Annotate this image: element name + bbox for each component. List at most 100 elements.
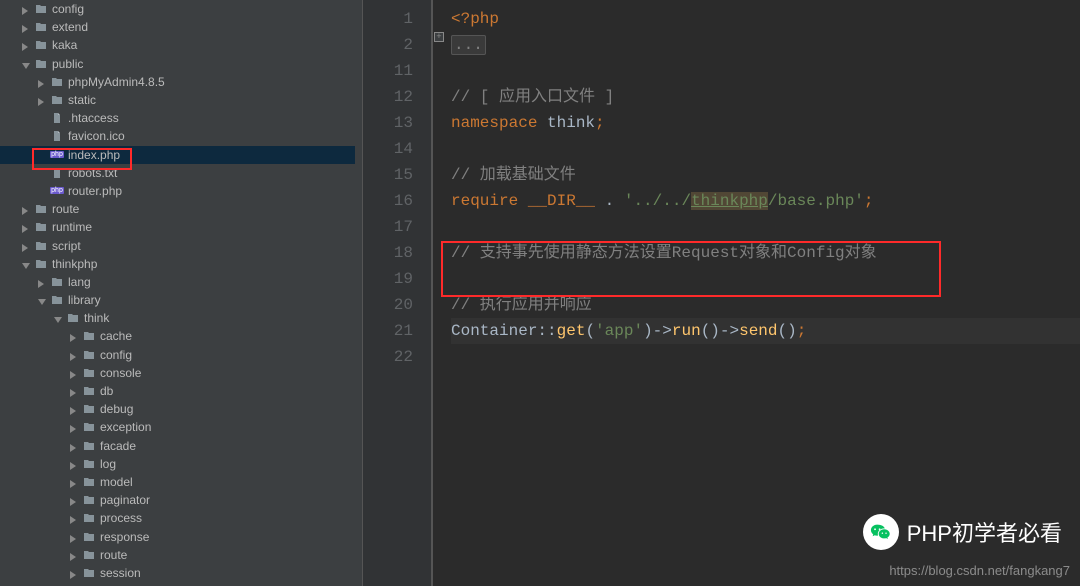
- arrow-icon[interactable]: [70, 532, 80, 542]
- tree-item-response[interactable]: response: [0, 527, 355, 545]
- arrow-icon[interactable]: [38, 95, 48, 105]
- tree-item-extend[interactable]: extend: [0, 18, 355, 36]
- arrow-icon[interactable]: [70, 459, 80, 469]
- tree-item-label: phpMyAdmin4.8.5: [68, 75, 165, 89]
- folder-icon: [34, 57, 48, 71]
- arrow-icon[interactable]: [22, 259, 32, 269]
- tree-item-log[interactable]: log: [0, 455, 355, 473]
- arrow-icon[interactable]: [22, 22, 32, 32]
- tree-item-facade[interactable]: facade: [0, 437, 355, 455]
- line-number: 1: [363, 6, 413, 32]
- arrow-icon[interactable]: [70, 422, 80, 432]
- arrow-icon[interactable]: [70, 350, 80, 360]
- tree-item-label: debug: [100, 402, 133, 416]
- arrow-icon[interactable]: [22, 40, 32, 50]
- arrow-icon[interactable]: [38, 77, 48, 87]
- tree-item-index.php[interactable]: phpindex.php: [0, 146, 355, 164]
- tree-item-session[interactable]: session: [0, 564, 355, 582]
- tree-item-static[interactable]: static: [0, 91, 355, 109]
- file-icon: [50, 166, 64, 180]
- arrow-icon[interactable]: [22, 59, 32, 69]
- tree-item-label: static: [68, 93, 96, 107]
- arrow-icon[interactable]: [70, 550, 80, 560]
- tree-item-router.php[interactable]: phprouter.php: [0, 182, 355, 200]
- arrow-icon[interactable]: [70, 495, 80, 505]
- tree-item-think[interactable]: think: [0, 309, 355, 327]
- folder-icon: [34, 239, 48, 253]
- php-file-icon: php: [50, 148, 64, 162]
- tree-item-label: facade: [100, 439, 136, 453]
- tree-item-runtime[interactable]: runtime: [0, 218, 355, 236]
- arrow-icon[interactable]: [70, 477, 80, 487]
- line-number: 21: [363, 318, 413, 344]
- arrow-icon[interactable]: [22, 4, 32, 14]
- folder-icon: [34, 20, 48, 34]
- code-editor[interactable]: 12111213141516171819202122 + <?php ... /…: [363, 0, 1080, 586]
- arrow-icon[interactable]: [22, 222, 32, 232]
- tree-item-config[interactable]: config: [0, 0, 355, 18]
- arrow-icon[interactable]: [54, 313, 64, 323]
- divider[interactable]: [355, 0, 363, 586]
- code-line: require __DIR__ . '../../thinkphp/base.p…: [451, 188, 1080, 214]
- tree-item-phpMyAdmin4.8.5[interactable]: phpMyAdmin4.8.5: [0, 73, 355, 91]
- tree-item-process[interactable]: process: [0, 509, 355, 527]
- line-number: 12: [363, 84, 413, 110]
- arrow-icon[interactable]: [70, 513, 80, 523]
- tree-item-config[interactable]: config: [0, 346, 355, 364]
- line-number: 15: [363, 162, 413, 188]
- tree-item-script[interactable]: script: [0, 236, 355, 254]
- code-area[interactable]: <?php ... // [ 应用入口文件 ] namespace think;…: [433, 0, 1080, 586]
- project-tree[interactable]: configextendkakapublicphpMyAdmin4.8.5sta…: [0, 0, 355, 586]
- tree-item-label: db: [100, 384, 113, 398]
- tree-item-label: paginator: [100, 493, 150, 507]
- wechat-watermark: PHP初学者必看: [863, 514, 1062, 550]
- arrow-icon[interactable]: [70, 368, 80, 378]
- folder-icon: [50, 275, 64, 289]
- tree-item-label: favicon.ico: [68, 129, 125, 143]
- tree-item-label: config: [100, 348, 132, 362]
- folder-icon: [82, 511, 96, 525]
- tree-item-exception[interactable]: exception: [0, 418, 355, 436]
- folder-icon: [34, 257, 48, 271]
- code-line: [451, 136, 1080, 162]
- arrow-icon[interactable]: [70, 568, 80, 578]
- tree-item-debug[interactable]: debug: [0, 400, 355, 418]
- arrow-icon[interactable]: [22, 204, 32, 214]
- tree-item-cache[interactable]: cache: [0, 327, 355, 345]
- code-line: [451, 214, 1080, 240]
- tree-item-label: kaka: [52, 38, 77, 52]
- tree-item-thinkphp[interactable]: thinkphp: [0, 255, 355, 273]
- arrow-icon[interactable]: [22, 241, 32, 251]
- arrow-icon[interactable]: [38, 295, 48, 305]
- tree-list: configextendkakapublicphpMyAdmin4.8.5sta…: [0, 0, 355, 582]
- code-line: ...: [451, 32, 1080, 58]
- tree-item-model[interactable]: model: [0, 473, 355, 491]
- tree-item-paginator[interactable]: paginator: [0, 491, 355, 509]
- folder-icon: [34, 38, 48, 52]
- tree-item-lang[interactable]: lang: [0, 273, 355, 291]
- tree-item-public[interactable]: public: [0, 55, 355, 73]
- tree-item-kaka[interactable]: kaka: [0, 36, 355, 54]
- arrow-icon[interactable]: [70, 331, 80, 341]
- tree-item-route[interactable]: route: [0, 200, 355, 218]
- tree-item-favicon.ico[interactable]: favicon.ico: [0, 127, 355, 145]
- code-line: // 执行应用并响应: [451, 292, 1080, 318]
- tree-item-robots.txt[interactable]: robots.txt: [0, 164, 355, 182]
- tree-item-db[interactable]: db: [0, 382, 355, 400]
- line-number: 13: [363, 110, 413, 136]
- tree-item-console[interactable]: console: [0, 364, 355, 382]
- arrow-icon[interactable]: [70, 386, 80, 396]
- arrow-spacer: [38, 150, 48, 160]
- arrow-icon[interactable]: [70, 404, 80, 414]
- tree-item-label: route: [100, 548, 127, 562]
- tree-item-library[interactable]: library: [0, 291, 355, 309]
- arrow-icon[interactable]: [70, 441, 80, 451]
- code-line: // 支持事先使用静态方法设置Request对象和Config对象: [451, 240, 1080, 266]
- code-line: <?php: [451, 6, 1080, 32]
- tree-item-label: library: [68, 293, 101, 307]
- arrow-spacer: [38, 131, 48, 141]
- arrow-icon[interactable]: [38, 277, 48, 287]
- tree-item-route[interactable]: route: [0, 546, 355, 564]
- line-gutter: 12111213141516171819202122: [363, 0, 433, 586]
- tree-item-.htaccess[interactable]: .htaccess: [0, 109, 355, 127]
